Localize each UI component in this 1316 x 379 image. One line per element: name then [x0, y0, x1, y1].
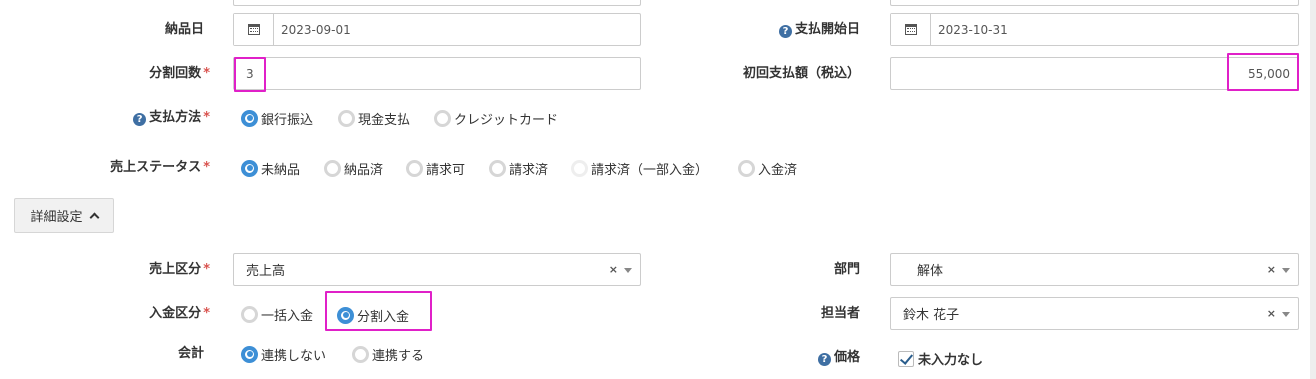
help-icon[interactable]: ? [133, 113, 147, 126]
clear-icon[interactable]: × [1267, 254, 1276, 285]
delivery-date-label: 納品日 [164, 22, 204, 37]
radio-icon [738, 159, 755, 177]
sales-status-label: 売上ステータス * [110, 160, 210, 175]
staff-label: 担当者 [820, 306, 860, 321]
calendar-icon[interactable] [234, 14, 274, 45]
sales-status-option-delivered[interactable]: 納品済 [324, 158, 383, 178]
staff-select[interactable]: 鈴木 花子 × [890, 297, 1299, 330]
first-payment-label: 初回支払額（税込） [742, 66, 860, 81]
department-label: 部門 [833, 262, 860, 277]
field-above-left [233, 0, 641, 6]
payment-method-option-bank[interactable]: 銀行振込 [241, 108, 313, 128]
payment-method-label: ? 支払方法 * [120, 110, 210, 126]
form-page: 納品日 2023-09-01 ? 支払開始日 2023-10-31 分割回数 * 3… [0, 0, 1310, 379]
radio-icon [338, 109, 355, 127]
price-checkbox-label[interactable]: 未入力なし [918, 349, 983, 368]
installments-label: 分割回数 * [149, 66, 210, 81]
payment-method-option-cash[interactable]: 現金支払 [338, 108, 410, 128]
delivery-date-value: 2023-09-01 [281, 22, 351, 37]
delivery-date-input[interactable]: 2023-09-01 [233, 13, 641, 46]
sales-status-option-paid[interactable]: 入金済 [738, 158, 797, 178]
clear-icon[interactable]: × [609, 254, 618, 285]
caret-down-icon[interactable] [1282, 268, 1290, 273]
deposit-type-highlight [325, 291, 432, 331]
field-above-right [890, 0, 1299, 6]
payment-start-date-input[interactable]: 2023-10-31 [890, 13, 1299, 46]
accounting-option-link[interactable]: 連携する [352, 344, 424, 364]
sales-status-option-billed[interactable]: 請求済 [489, 158, 548, 178]
radio-icon [406, 159, 423, 177]
detail-settings-button[interactable]: 詳細設定 [14, 198, 114, 233]
radio-icon [571, 159, 588, 177]
payment-method-option-card[interactable]: クレジットカード [434, 108, 558, 128]
radio-icon [241, 109, 258, 127]
payment-start-date-value: 2023-10-31 [938, 22, 1008, 37]
sales-category-value: 売上高 [246, 264, 286, 279]
deposit-type-option-lump[interactable]: 一括入金 [241, 304, 313, 324]
department-select[interactable]: 解体 × [890, 253, 1299, 286]
first-payment-highlight [1227, 53, 1299, 91]
installments-highlight [234, 57, 266, 92]
sales-status-option-partial[interactable]: 請求済（一部入金） [571, 158, 708, 178]
radio-icon [241, 305, 258, 323]
radio-icon [241, 345, 258, 363]
price-label: ? 価格 [800, 350, 860, 366]
caret-down-icon[interactable] [624, 268, 632, 273]
radio-icon [241, 159, 258, 177]
radio-icon [352, 345, 369, 363]
sales-status-option-undelivered[interactable]: 未納品 [241, 158, 300, 178]
radio-icon [324, 159, 341, 177]
accounting-label: 会計 [177, 346, 204, 361]
price-checkbox[interactable] [898, 351, 914, 367]
calendar-icon[interactable] [891, 14, 931, 45]
payment-start-date-label: ? 支払開始日 [760, 22, 860, 38]
staff-value: 鈴木 花子 [903, 308, 960, 323]
installments-input[interactable]: 3 [233, 57, 641, 90]
radio-icon [434, 109, 451, 127]
help-icon[interactable]: ? [817, 353, 831, 366]
caret-down-icon[interactable] [1282, 312, 1290, 317]
help-icon[interactable]: ? [778, 25, 792, 38]
chevron-up-icon [89, 212, 99, 223]
clear-icon[interactable]: × [1267, 298, 1276, 329]
sales-category-label: 売上区分 * [149, 262, 210, 277]
radio-icon [489, 159, 506, 177]
department-value: 解体 [917, 264, 944, 279]
sales-status-option-billable[interactable]: 請求可 [406, 158, 465, 178]
deposit-type-label: 入金区分 * [149, 306, 210, 321]
scrollbar-track[interactable] [1310, 0, 1316, 379]
accounting-option-none[interactable]: 連携しない [241, 344, 326, 364]
sales-category-select[interactable]: 売上高 × [233, 253, 641, 286]
detail-settings-label: 詳細設定 [30, 210, 83, 225]
